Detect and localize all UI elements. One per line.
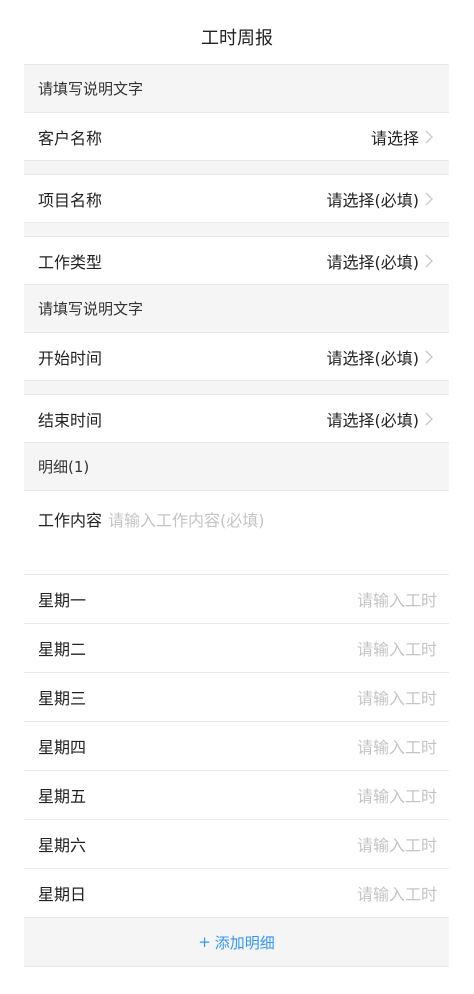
hours-placeholder: 请输入工时 [356, 738, 437, 757]
day-hours-input-sunday[interactable]: 星期日 请输入工时 [24, 868, 449, 917]
hours-placeholder: 请输入工时 [356, 885, 437, 904]
customer-name-label: 客户名称 [38, 128, 103, 148]
hours-placeholder: 请输入工时 [356, 640, 437, 659]
work-content-label: 工作内容 [38, 511, 103, 530]
customer-name-value: 请选择 [370, 128, 419, 148]
project-name-label: 项目名称 [38, 190, 103, 210]
end-time-label: 结束时间 [38, 410, 103, 430]
work-content-placeholder: 请输入工作内容(必填) [108, 511, 265, 530]
day-hours-input-thursday[interactable]: 星期四 请输入工时 [24, 721, 449, 770]
hours-placeholder: 请输入工时 [356, 591, 437, 610]
project-name-picker[interactable]: 项目名称 请选择(必填) [24, 174, 449, 222]
work-type-value: 请选择(必填) [326, 252, 420, 272]
work-type-picker[interactable]: 工作类型 请选择(必填) [24, 236, 449, 284]
end-time-picker[interactable]: 结束时间 请选择(必填) [24, 394, 449, 442]
start-time-value: 请选择(必填) [326, 348, 420, 368]
work-content-input[interactable]: 工作内容 请输入工作内容(必填) [24, 490, 449, 574]
weekly-report-form: 请填写说明文字 客户名称 请选择 项目名称 请选择(必填) 工作类型 请选择(必… [24, 64, 449, 967]
day-label: 星期日 [38, 885, 87, 904]
page: 工时周报 请填写说明文字 客户名称 请选择 项目名称 请选择(必填) 工作类型 … [0, 0, 474, 994]
day-label: 星期六 [38, 836, 87, 855]
section-description-2: 请填写说明文字 [24, 284, 449, 332]
day-hours-input-friday[interactable]: 星期五 请输入工时 [24, 770, 449, 819]
day-label: 星期二 [38, 640, 87, 659]
section-gap [24, 222, 449, 236]
work-type-label: 工作类型 [38, 252, 103, 272]
chevron-right-icon [425, 254, 435, 268]
page-title: 工时周报 [201, 28, 273, 49]
chevron-right-icon [425, 192, 435, 206]
hours-placeholder: 请输入工时 [356, 689, 437, 708]
section-gap [24, 380, 449, 394]
start-time-picker[interactable]: 开始时间 请选择(必填) [24, 332, 449, 380]
plus-icon: + [198, 933, 211, 951]
day-label: 星期一 [38, 591, 87, 610]
start-time-label: 开始时间 [38, 348, 103, 368]
chevron-right-icon [425, 350, 435, 364]
customer-name-picker[interactable]: 客户名称 请选择 [24, 112, 449, 160]
add-detail-label: 添加明细 [214, 933, 275, 952]
section-gap [24, 160, 449, 174]
project-name-value: 请选择(必填) [326, 190, 420, 210]
chevron-right-icon [425, 412, 435, 426]
end-time-value: 请选择(必填) [326, 410, 420, 430]
add-detail-button[interactable]: + 添加明细 [24, 917, 449, 967]
day-label: 星期四 [38, 738, 87, 757]
hours-placeholder: 请输入工时 [356, 787, 437, 806]
day-hours-input-monday[interactable]: 星期一 请输入工时 [24, 574, 449, 623]
section-description-1: 请填写说明文字 [24, 64, 449, 112]
detail-header: 明细(1) [24, 442, 449, 490]
chevron-right-icon [425, 130, 435, 144]
day-hours-input-wednesday[interactable]: 星期三 请输入工时 [24, 672, 449, 721]
day-hours-input-tuesday[interactable]: 星期二 请输入工时 [24, 623, 449, 672]
day-label: 星期三 [38, 689, 87, 708]
day-label: 星期五 [38, 787, 87, 806]
hours-placeholder: 请输入工时 [356, 836, 437, 855]
day-hours-input-saturday[interactable]: 星期六 请输入工时 [24, 819, 449, 868]
